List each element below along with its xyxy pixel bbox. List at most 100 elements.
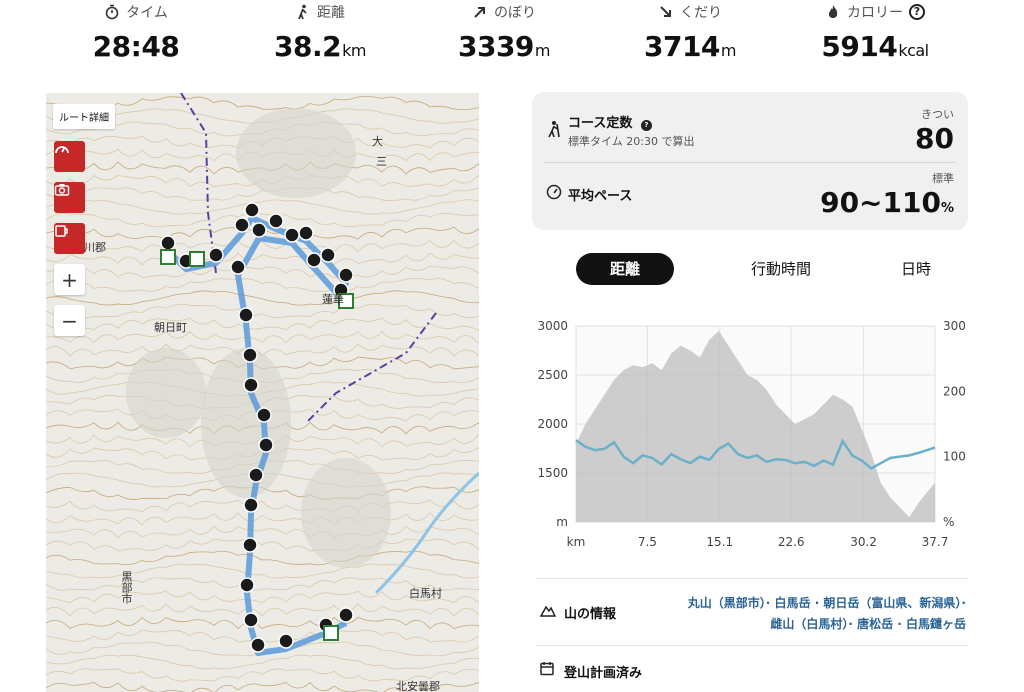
- stat-1: 距離 38.2km: [245, 0, 395, 63]
- y-left-tick: 2000: [537, 417, 568, 431]
- map-label: 北安曇郡: [396, 680, 440, 692]
- stat-label-text: タイム: [126, 5, 168, 21]
- difficulty-label: きつい: [921, 108, 954, 121]
- stat-unit: m: [534, 41, 551, 60]
- map-pin-icon[interactable]: [250, 637, 266, 653]
- tab-datetime[interactable]: 日時: [876, 253, 956, 285]
- map-pin-icon[interactable]: [268, 213, 284, 229]
- contour-line: [46, 317, 479, 331]
- stat-label-text: カロリー: [847, 5, 903, 21]
- contour-line: [46, 525, 479, 539]
- stat-number: 3714: [643, 30, 720, 63]
- mountain-info-title: 山の情報: [564, 607, 617, 622]
- course-subtitle: 標準タイム 20:30 で算出: [568, 135, 695, 148]
- camera-button[interactable]: [54, 182, 85, 213]
- contour-line: [46, 290, 479, 306]
- pace-value: 90~110%: [820, 186, 954, 219]
- route-map[interactable]: ルート詳細 + − 川郡 朝日町 黒部市 白馬村 北安曇郡 蓮華 大 三: [46, 93, 479, 692]
- mug-button[interactable]: [54, 223, 85, 254]
- map-pin-icon[interactable]: [258, 437, 274, 453]
- mountain-links-line[interactable]: 丸山（黒部市）· 白馬岳 · 朝日岳（富山県、新潟県）·: [650, 593, 966, 614]
- y-left-tick: m: [556, 515, 568, 529]
- y-left-tick: 1500: [537, 466, 568, 480]
- relief-shade: [201, 348, 291, 498]
- chart-tabs: 距離 行動時間 日時: [576, 253, 966, 285]
- mountain-links-line[interactable]: 雌山（白馬村）· 唐松岳 · 白馬鑓ヶ岳: [650, 614, 966, 635]
- stat-number: 5914: [821, 30, 898, 63]
- map-pin-icon[interactable]: [242, 537, 258, 553]
- contour-line: [46, 278, 479, 292]
- x-tick: 30.2: [850, 535, 877, 549]
- map-pin-icon[interactable]: [238, 307, 254, 323]
- map-pin-icon[interactable]: [208, 247, 224, 263]
- mountain-links[interactable]: 丸山（黒部市）· 白馬岳 · 朝日岳（富山県、新潟県）· 雌山（白馬村）· 唐松…: [650, 593, 966, 635]
- map-pin-icon[interactable]: [242, 347, 258, 363]
- map-pin-icon[interactable]: [243, 612, 259, 628]
- stat-label: カロリー?: [800, 0, 950, 24]
- map-pin-icon[interactable]: [338, 607, 354, 623]
- y-right-tick: 200: [943, 384, 966, 398]
- stat-unit: kcal: [898, 41, 929, 60]
- map-pin-icon[interactable]: [239, 577, 255, 593]
- help-icon[interactable]: ?: [640, 120, 652, 131]
- arrow-down-right-icon: [658, 4, 674, 20]
- tab-distance[interactable]: 距離: [576, 253, 674, 285]
- map-pin-icon[interactable]: [243, 497, 259, 513]
- contour-line: [46, 239, 479, 253]
- map-label: 三: [376, 155, 387, 168]
- map-pin-icon[interactable]: [234, 217, 250, 233]
- map-canvas[interactable]: [46, 93, 479, 692]
- stat-value: 3339m: [429, 30, 579, 63]
- map-label: 黒部市: [120, 571, 133, 604]
- zoom-out-button[interactable]: −: [54, 305, 85, 336]
- y-right-tick: 100: [943, 450, 966, 464]
- stat-0: タイム 28:48: [61, 0, 211, 63]
- stat-value: 3714m: [615, 30, 765, 63]
- y-right-tick: %: [943, 515, 954, 529]
- map-pin-icon[interactable]: [278, 633, 294, 649]
- camera-icon: [54, 184, 70, 196]
- map-label: 朝日町: [154, 321, 187, 334]
- speedometer-button[interactable]: [54, 141, 85, 172]
- map-pin-icon[interactable]: [160, 235, 176, 251]
- mountain-info-row: 山の情報 丸山（黒部市）· 白馬岳 · 朝日岳（富山県、新潟県）· 雌山（白馬村…: [540, 596, 970, 640]
- hut-icon[interactable]: [189, 251, 205, 267]
- hut-icon[interactable]: [160, 249, 176, 265]
- map-pin-icon[interactable]: [320, 247, 336, 263]
- stat-label-text: くだり: [680, 5, 722, 21]
- zoom-in-button[interactable]: +: [54, 264, 85, 295]
- contour-line: [46, 199, 479, 215]
- stat-label-text: 距離: [317, 5, 345, 21]
- tab-action-time[interactable]: 行動時間: [726, 253, 836, 285]
- help-icon[interactable]: ?: [909, 4, 925, 20]
- calendar-icon: [540, 662, 554, 676]
- map-pin-icon[interactable]: [230, 259, 246, 275]
- flame-icon: [825, 4, 841, 20]
- contour-line: [46, 499, 479, 513]
- stat-label: のぼり: [429, 0, 579, 24]
- map-pin-icon[interactable]: [248, 467, 264, 483]
- map-pin-icon[interactable]: [306, 252, 322, 268]
- map-pin-icon[interactable]: [244, 202, 260, 218]
- contour-line: [46, 252, 479, 266]
- divider: [536, 578, 968, 579]
- hut-icon[interactable]: [323, 625, 339, 641]
- map-pin-icon[interactable]: [251, 222, 267, 238]
- stopwatch-icon: [104, 4, 120, 20]
- plan-title: 登山計画済み: [564, 666, 643, 681]
- plan-row: 登山計画済み: [540, 660, 970, 684]
- stat-unit: km: [342, 41, 366, 60]
- stat-label-text: のぼり: [494, 5, 536, 21]
- map-pin-icon[interactable]: [338, 267, 354, 283]
- stats-bar: タイム 28:48 距離 38.2km のぼり 3339m くだり 3714m カロリー? 591…: [0, 0, 1024, 80]
- river: [374, 471, 479, 595]
- map-pin-icon[interactable]: [298, 225, 314, 241]
- map-pin-icon[interactable]: [284, 227, 300, 243]
- route-detail-button[interactable]: ルート詳細: [53, 104, 115, 129]
- contour-line: [46, 603, 479, 617]
- card-divider: [544, 162, 956, 163]
- elevation-chart[interactable]: 3000 2500 2000 1500 m 300 200 100% km 7.5 15.1 22.6…: [530, 310, 980, 560]
- map-pin-icon[interactable]: [243, 377, 259, 393]
- stat-2: のぼり 3339m: [429, 0, 579, 63]
- map-pin-icon[interactable]: [256, 407, 272, 423]
